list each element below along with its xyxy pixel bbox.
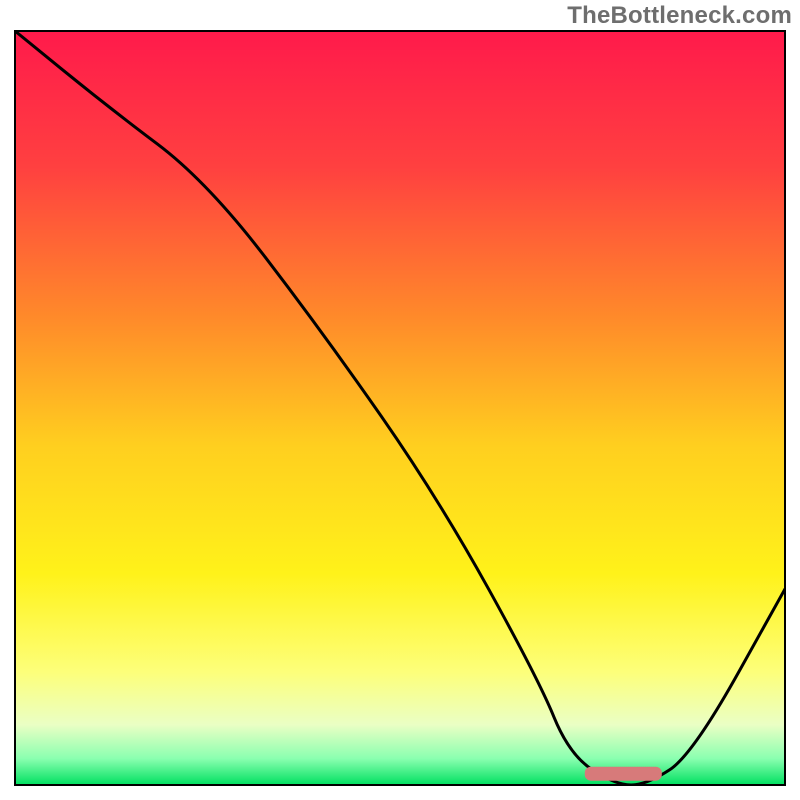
bottleneck-plot — [14, 30, 786, 786]
plot-svg — [14, 30, 786, 786]
watermark-label: TheBottleneck.com — [567, 2, 792, 30]
chart-stage: TheBottleneck.com — [0, 0, 800, 800]
plot-background — [15, 31, 785, 785]
optimal-range-marker — [585, 767, 662, 781]
